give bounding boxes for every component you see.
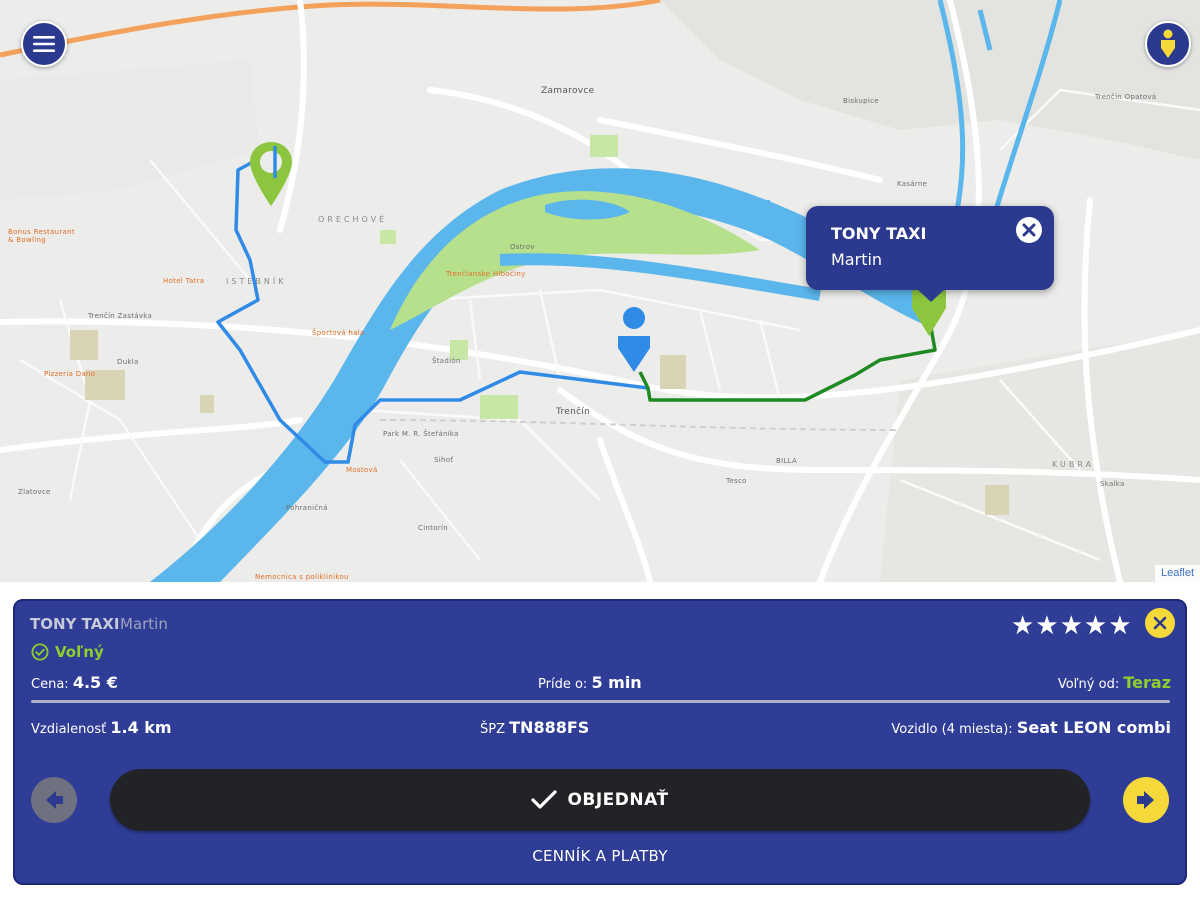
available-label: Voľný od: [1057,677,1120,692]
map-label-trencin-zastavka: Trenčín Zastávka [88,312,153,320]
map-label-pohranicna: Pohraničná [286,504,328,512]
map-label-tesco: Tesco [726,477,747,485]
vehicle-label: Vozidlo (4 miesta): [891,722,1013,737]
person-pin-icon [1161,29,1175,58]
arrow-left-icon [46,791,63,809]
user-location-pin-icon[interactable] [614,306,654,376]
next-taxi-button[interactable] [1123,777,1169,823]
map-label-hotel-tatra: Hotel Tatra [163,277,205,285]
distance-value: 1.4 km [110,718,172,737]
map-label-park: Park M. R. Štefánika [383,430,459,438]
map-label-sihot: Sihoť [434,456,454,464]
driver-name: Martin [120,615,168,633]
map-label-istebnik: ISTEBNÍK [226,277,287,286]
map-attribution[interactable]: Leaflet [1154,565,1200,582]
vehicle-value: Seat LEON combi [1016,718,1171,737]
price-label: Cena: [31,677,69,692]
check-circle-icon [31,643,49,661]
destination-pin-icon[interactable] [248,140,294,210]
driver-card: TONY TAXI Martin ★★★★★ Voľný Cena: 4.5 €… [13,599,1187,885]
map-label-pizzeria: Pizzeria Dano [44,370,96,378]
map-label-bonus-restaurant: Bonus Restaurant & Bowling [8,228,75,244]
map-label-zamarovce: Zamarovce [541,86,595,96]
eta-value: 5 min [591,673,642,692]
available-value: Teraz [1123,673,1171,692]
check-icon [531,790,558,809]
map-label-dukla: Dukla [117,358,139,366]
previous-taxi-button[interactable] [31,777,77,823]
plate-info: ŠPZ TN888FS [480,718,589,737]
map-label-trencin: Trenčín [556,407,591,417]
vehicle-info: Vozidlo (4 miesta): Seat LEON combi [891,718,1171,737]
map-label-sportova-hala: Športová hala [312,329,365,337]
pricing-link[interactable]: CENNÍK A PLATBY [13,847,1187,865]
map-label-cintorin: Cintorín [418,524,448,532]
map-label-stadion: Štadión [432,357,461,365]
map-label-biskupice: Biskupice [843,97,879,105]
menu-button[interactable] [21,21,67,67]
popup-subtitle: Martin [831,250,883,269]
map-label-orechove: ORECHOVÉ [318,215,388,224]
company-name: TONY TAXI [30,615,120,633]
map-label-nemocnica: Nemocnica s poliklinikou [255,573,349,581]
taxi-popup[interactable]: TONY TAXI Martin [806,206,1054,302]
map-label-zlatovce: Zlatovce [18,488,51,496]
close-icon [1022,223,1036,237]
menu-icon [33,36,55,52]
rating-stars: ★★★★★ [1011,611,1133,641]
map-label-mostova: Mostová [346,466,378,474]
plate-value: TN888FS [509,718,590,737]
close-icon [1153,616,1167,630]
map-label-trencin-opatova: Trenčín Opatová [1095,93,1157,101]
arrow-right-icon [1137,791,1154,809]
plate-label: ŠPZ [480,722,505,737]
popup-title: TONY TAXI [831,224,927,243]
map-label-kasarne: Kasárne [897,180,928,188]
status-text: Voľný [55,643,104,661]
eta-label: Príde o: [538,677,588,692]
order-button-label: OBJEDNAŤ [567,790,669,810]
map-label-billa: BILLA [776,457,798,465]
close-card-button[interactable] [1145,608,1175,638]
map-label-kubra: KUBRA [1052,460,1095,469]
price-value: 4.5 € [72,673,118,692]
map-label-hlbociny: Trenčianske Hlbočiny [446,270,526,278]
map-tiles [0,0,1200,582]
order-button[interactable]: OBJEDNAŤ [110,769,1090,831]
distance-label: Vzdialenosť [31,722,107,737]
available-info: Voľný od: Teraz [1058,673,1171,692]
distance-info: Vzdialenosť 1.4 km [31,718,172,737]
popup-close-button[interactable] [1016,217,1042,243]
price-info: Cena: 4.5 € [31,673,118,692]
availability-status: Voľný [31,643,104,661]
map-label-ostrov: Ostrov [510,243,535,251]
map-view[interactable]: Zamarovce ORECHOVÉ ISTEBNÍK KUBRA Trenčí… [0,0,1200,582]
divider [31,700,1170,703]
map-label-skalka: Skalka [1100,480,1125,488]
my-location-button[interactable] [1145,21,1191,67]
eta-info: Príde o: 5 min [538,673,642,692]
